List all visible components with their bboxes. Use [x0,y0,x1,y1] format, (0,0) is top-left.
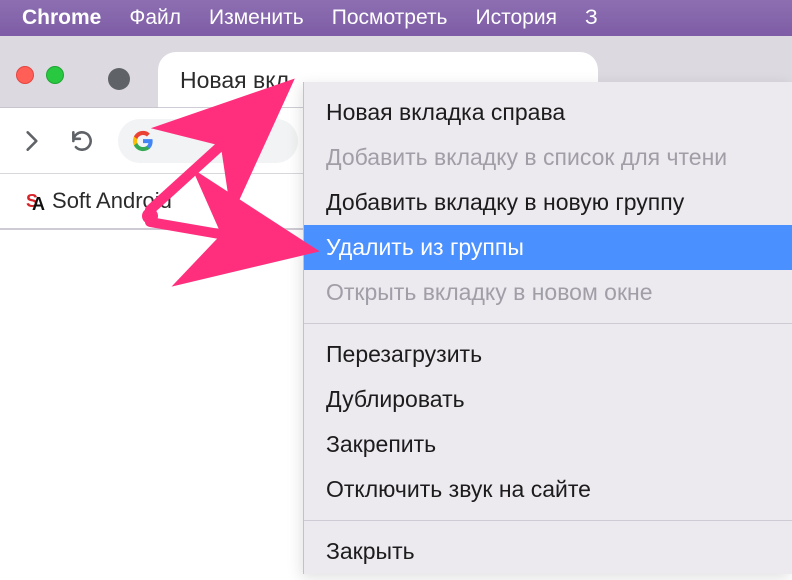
menu-view[interactable]: Посмотреть [318,6,462,30]
tab-title: Новая вкл [180,67,289,94]
google-icon [132,130,154,152]
bookmark-favicon: S [26,191,38,212]
macos-menubar: Chrome Файл Изменить Посмотреть История … [0,0,792,36]
cm-remove-from-group[interactable]: Удалить из группы [304,225,792,270]
traffic-lights [16,66,64,84]
menu-history[interactable]: История [462,6,571,30]
cm-close[interactable]: Закрыть [304,529,792,574]
cm-mute-site[interactable]: Отключить звук на сайте [304,467,792,512]
cm-duplicate[interactable]: Дублировать [304,377,792,422]
cm-reload[interactable]: Перезагрузить [304,332,792,377]
address-bar[interactable] [118,119,298,163]
cm-new-tab-right[interactable]: Новая вкладка справа [304,90,792,135]
cm-separator-2 [304,520,792,521]
forward-button[interactable] [18,127,46,155]
cm-pin[interactable]: Закрепить [304,422,792,467]
cm-open-new-window: Открыть вкладку в новом окне [304,270,792,315]
tab-context-menu: Новая вкладка справа Добавить вкладку в … [303,82,792,574]
bookmark-item[interactable]: Soft Android [52,188,172,214]
app-name[interactable]: Chrome [8,6,115,30]
cm-add-reading-list: Добавить вкладку в список для чтени [304,135,792,180]
bookmark-favicon-2: S [226,191,238,212]
menu-edit[interactable]: Изменить [195,6,318,30]
tab-group-indicator[interactable] [108,68,130,90]
cm-add-to-group[interactable]: Добавить вкладку в новую группу [304,180,792,225]
reload-button[interactable] [68,127,96,155]
cm-separator [304,323,792,324]
menu-truncated[interactable]: З [571,6,612,30]
close-window-button[interactable] [16,66,34,84]
zoom-window-button[interactable] [46,66,64,84]
menu-file[interactable]: Файл [115,6,195,30]
